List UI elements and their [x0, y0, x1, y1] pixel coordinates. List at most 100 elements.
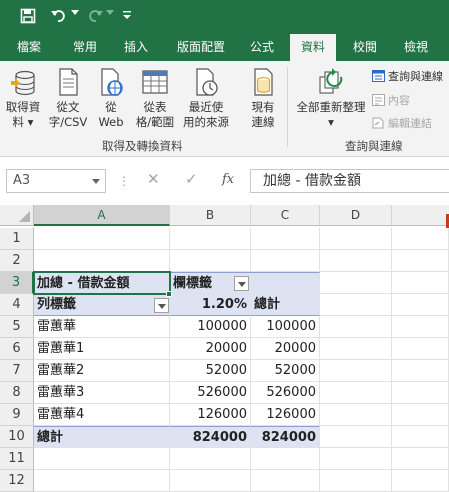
recent-sources-button[interactable]: 最近使 用的來源	[180, 67, 232, 130]
grid-cell[interactable]	[170, 250, 251, 272]
row-header-6[interactable]: 6	[0, 338, 34, 360]
grid-cell[interactable]	[34, 228, 170, 250]
pivot-value-c-cell[interactable]: 526000	[251, 382, 320, 404]
pivot-value-c-cell[interactable]: 100000	[251, 316, 320, 338]
cancel-icon[interactable]: ✕	[147, 170, 160, 188]
pivot-value-c-cell[interactable]: 52000	[251, 360, 320, 382]
from-text-csv-button[interactable]: 從文 字/CSV	[45, 67, 91, 130]
tab-formulas[interactable]: 公式	[241, 34, 283, 61]
row-header-4[interactable]: 4	[0, 294, 34, 316]
grid-cell[interactable]	[170, 228, 251, 250]
grid-cell[interactable]	[392, 404, 449, 426]
row-header-2[interactable]: 2	[0, 250, 34, 272]
grid-cell[interactable]	[251, 228, 320, 250]
column-header-a[interactable]: A	[34, 205, 170, 226]
tab-file[interactable]: 檔案	[6, 34, 52, 61]
pivot-row-label-cell[interactable]: 雷蕙華3	[34, 382, 170, 404]
column-header-e[interactable]	[392, 205, 449, 226]
pivot-row-label-cell[interactable]: 雷蕙華1	[34, 338, 170, 360]
existing-connections-button[interactable]: 現有 連線	[244, 67, 282, 130]
pivot-row-label-cell[interactable]: 雷蕙華	[34, 316, 170, 338]
row-labels-filter-button[interactable]	[154, 298, 169, 313]
row-header-3[interactable]: 3	[0, 272, 34, 294]
grid-cell[interactable]	[320, 316, 392, 338]
column-header-d[interactable]: D	[320, 205, 392, 226]
get-data-button[interactable]: 取得資 料 ▾	[3, 67, 43, 130]
pivot-value-c-cell[interactable]: 126000	[251, 404, 320, 426]
row-header-5[interactable]: 5	[0, 316, 34, 338]
row-header-11[interactable]: 11	[0, 448, 34, 470]
grid-cell[interactable]	[392, 426, 449, 448]
row-header-9[interactable]: 9	[0, 404, 34, 426]
refresh-all-button[interactable]: 全部重新整理 ▾	[292, 67, 370, 130]
grid-cell[interactable]	[320, 272, 392, 294]
column-labels-filter-button[interactable]	[234, 276, 249, 291]
grid-cell[interactable]	[34, 448, 170, 470]
grid-cell[interactable]	[251, 470, 320, 492]
grid-cell[interactable]	[320, 338, 392, 360]
pivot-row-labels-cell[interactable]: 列標籤	[34, 294, 170, 316]
formula-bar-grip[interactable]: ⋮	[118, 174, 130, 188]
pivot-value-b-cell[interactable]: 100000	[170, 316, 251, 338]
grid-cell[interactable]	[392, 250, 449, 272]
column-header-b[interactable]: B	[170, 205, 251, 226]
tab-review[interactable]: 校閱	[342, 34, 388, 61]
customize-qat-icon[interactable]	[122, 10, 132, 28]
name-box-dropdown-icon[interactable]	[92, 179, 100, 184]
pivot-value-b-cell[interactable]: 52000	[170, 360, 251, 382]
grid-cell[interactable]	[251, 448, 320, 470]
worksheet-grid[interactable]: A B C D 1 2 3 4 5 6 7 8 9 10 11 12 加總 - 借款金額 欄標籤 列標…	[0, 205, 449, 492]
grid-cell[interactable]	[392, 228, 449, 250]
grid-cell[interactable]	[34, 250, 170, 272]
column-header-c[interactable]: C	[251, 205, 320, 226]
pivot-value-c-cell[interactable]: 20000	[251, 338, 320, 360]
pivot-value-b-cell[interactable]: 526000	[170, 382, 251, 404]
grid-cell[interactable]	[392, 338, 449, 360]
grid-cell[interactable]	[320, 228, 392, 250]
grid-cell[interactable]	[392, 272, 449, 294]
grid-cell[interactable]	[320, 426, 392, 448]
grid-cell[interactable]	[392, 470, 449, 492]
tab-data[interactable]: 資料	[290, 34, 336, 61]
name-box[interactable]: A3	[6, 169, 106, 193]
grid-cell[interactable]	[392, 448, 449, 470]
pivot-value-field-cell[interactable]: 加總 - 借款金額	[34, 272, 170, 294]
grid-cell[interactable]	[320, 382, 392, 404]
pivot-grand-total-header-cell[interactable]: 總計	[251, 294, 320, 316]
save-icon[interactable]	[20, 8, 36, 26]
enter-icon[interactable]: ✓	[185, 170, 198, 188]
grid-cell[interactable]	[320, 250, 392, 272]
pivot-total-label-cell[interactable]: 總計	[34, 426, 170, 448]
pivot-column-item-cell[interactable]: 1.20%	[170, 294, 251, 316]
fill-handle[interactable]	[166, 291, 172, 297]
insert-function-icon[interactable]: fx	[222, 172, 234, 187]
undo-dropdown-icon[interactable]	[71, 10, 79, 28]
from-web-button[interactable]: 從 Web	[93, 67, 129, 130]
grid-cell[interactable]	[170, 470, 251, 492]
row-header-12[interactable]: 12	[0, 470, 34, 492]
pivot-total-c-cell[interactable]: 824000	[251, 426, 320, 448]
grid-cell[interactable]	[34, 470, 170, 492]
grid-cell[interactable]	[170, 448, 251, 470]
pivot-row-label-cell[interactable]: 雷蕙華2	[34, 360, 170, 382]
pivot-value-b-cell[interactable]: 126000	[170, 404, 251, 426]
pivot-value-b-cell[interactable]: 20000	[170, 338, 251, 360]
undo-icon[interactable]	[50, 8, 68, 26]
grid-cell[interactable]	[251, 250, 320, 272]
select-all-corner[interactable]	[0, 205, 34, 226]
grid-cell[interactable]	[320, 448, 392, 470]
queries-connections-button[interactable]: 查詢與連線	[372, 69, 443, 85]
row-header-1[interactable]: 1	[0, 228, 34, 250]
row-header-7[interactable]: 7	[0, 360, 34, 382]
tab-home[interactable]: 常用	[62, 34, 108, 61]
from-table-range-button[interactable]: 從表 格/範圍	[131, 67, 179, 130]
tab-view[interactable]: 檢視	[393, 34, 439, 61]
pivot-row-label-cell[interactable]: 雷蕙華4	[34, 404, 170, 426]
grid-cell[interactable]	[320, 360, 392, 382]
grid-cell[interactable]	[320, 294, 392, 316]
tab-insert[interactable]: 插入	[113, 34, 159, 61]
grid-cell[interactable]	[320, 470, 392, 492]
row-header-10[interactable]: 10	[0, 426, 34, 448]
pivot-total-b-cell[interactable]: 824000	[170, 426, 251, 448]
grid-cell[interactable]	[392, 294, 449, 316]
